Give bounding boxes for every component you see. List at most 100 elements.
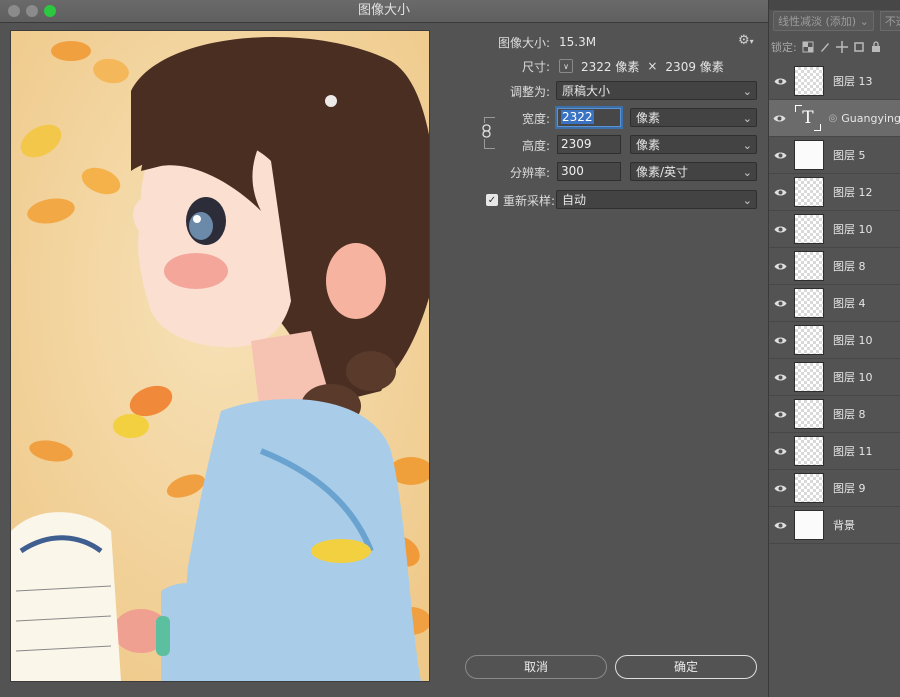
dimensions-unit-chevron-icon[interactable]: ∨: [559, 59, 573, 73]
width-unit-select[interactable]: 像素 ⌄: [630, 108, 757, 127]
resample-checkbox[interactable]: ✓: [486, 194, 498, 206]
move-icon[interactable]: [835, 41, 848, 53]
layer-name: 背景: [833, 519, 855, 532]
image-preview[interactable]: [10, 30, 430, 682]
blend-mode-select[interactable]: 线性减淡 (添加) ⌄: [773, 11, 874, 31]
layers-panel: 线性减淡 (添加) ⌄ 不透明 锁定: 图层 13 T ◎Guangying 图层 5…: [768, 0, 900, 697]
artboard-lock-icon[interactable]: [853, 41, 865, 53]
image-size-value: 15.3M: [559, 35, 597, 49]
height-input[interactable]: 2309: [557, 135, 621, 154]
width-input[interactable]: 2322: [557, 108, 621, 127]
width-value: 2322: [561, 110, 594, 124]
fit-to-select[interactable]: 原稿大小 ⌄: [556, 81, 757, 100]
layer-thumbnail: [794, 436, 824, 466]
zoom-window-button[interactable]: [44, 5, 56, 17]
lock-bar: 锁定:: [769, 36, 900, 58]
layer-list: 图层 13 T ◎ Guangying 图层 5 图层 12 图层 10 图层 8 图层 4 图层…: [769, 63, 900, 544]
layer-name: 图层 10: [833, 223, 873, 236]
fit-to-value: 原稿大小: [562, 84, 611, 98]
layer-row[interactable]: 图层 11: [769, 433, 900, 470]
height-unit-value: 像素: [636, 138, 661, 152]
layer-thumbnail: [794, 214, 824, 244]
dialog-title: 图像大小: [357, 3, 410, 18]
minimize-window-button[interactable]: [26, 5, 38, 17]
layer-name: 图层 10: [833, 334, 873, 347]
eye-icon[interactable]: [769, 77, 791, 86]
layer-row[interactable]: 图层 4: [769, 285, 900, 322]
eye-icon[interactable]: [769, 299, 791, 308]
eye-icon[interactable]: [769, 188, 791, 197]
eye-icon[interactable]: [769, 336, 791, 345]
layer-name: 图层 13: [833, 75, 873, 88]
chevron-down-icon: ⌄: [742, 112, 752, 125]
layer-thumbnail: [794, 66, 824, 96]
height-unit-select[interactable]: 像素 ⌄: [630, 135, 757, 154]
layer-name: 图层 10: [833, 371, 873, 384]
layer-thumbnail: [794, 288, 824, 318]
eye-icon[interactable]: [769, 447, 791, 456]
dimensions-times: ×: [647, 59, 658, 73]
layer-thumbnail: [794, 177, 824, 207]
resample-label: 重新采样:: [503, 193, 556, 208]
layer-thumbnail: [794, 362, 824, 392]
width-label: 宽度:: [521, 111, 550, 126]
eye-icon[interactable]: [769, 151, 791, 160]
image-size-row: 图像大小: 15.3M ⚙▾: [440, 32, 760, 52]
resample-select[interactable]: 自动 ⌄: [556, 190, 757, 209]
image-size-label: 图像大小:: [497, 35, 550, 50]
resolution-unit-value: 像素/英寸: [636, 165, 689, 179]
layer-name: 图层 11: [833, 445, 873, 458]
layer-thumbnail: [794, 473, 824, 503]
eye-icon[interactable]: [769, 114, 790, 123]
resolution-value: 300: [561, 164, 584, 178]
layer-name: 图层 9: [833, 482, 866, 495]
cancel-button[interactable]: 取消: [465, 655, 607, 679]
layer-row[interactable]: 图层 10: [769, 211, 900, 248]
eye-icon[interactable]: [769, 225, 791, 234]
image-size-dialog: 图像大小 图像大小: 15.3M ⚙▾ 尺寸: ∨ 2322 像素 × 2309…: [0, 0, 769, 697]
eye-icon[interactable]: [769, 410, 791, 419]
layer-row[interactable]: 图层 12: [769, 174, 900, 211]
chevron-down-icon: ⌄: [742, 166, 752, 179]
opacity-label[interactable]: 不透明: [879, 11, 900, 31]
preview-illustration: [11, 31, 429, 681]
layer-name: Guangying: [841, 111, 900, 125]
layer-row[interactable]: 图层 9: [769, 470, 900, 507]
chevron-down-icon: ⌄: [742, 194, 752, 207]
eye-icon[interactable]: [769, 373, 791, 382]
layer-name: 图层 5: [833, 149, 866, 162]
resolution-input[interactable]: 300: [557, 162, 621, 181]
eye-icon[interactable]: [769, 262, 791, 271]
eye-icon[interactable]: [769, 521, 791, 530]
ok-button[interactable]: 确定: [615, 655, 757, 679]
layer-thumbnail: [794, 140, 824, 170]
blend-mode-bar: 线性减淡 (添加) ⌄ 不透明: [773, 11, 900, 31]
dialog-titlebar: 图像大小: [0, 0, 768, 23]
resolution-unit-select[interactable]: 像素/英寸 ⌄: [630, 162, 757, 181]
layer-row[interactable]: 图层 8: [769, 248, 900, 285]
layer-row[interactable]: 图层 5: [769, 137, 900, 174]
height-label: 高度:: [521, 138, 550, 153]
close-window-button[interactable]: [8, 5, 20, 17]
brush-icon[interactable]: [819, 41, 831, 53]
lock-transparent-icon[interactable]: [802, 41, 814, 53]
layer-row[interactable]: 背景: [769, 507, 900, 544]
layer-row[interactable]: T ◎ Guangying: [769, 100, 900, 137]
layer-thumbnail: [794, 251, 824, 281]
layer-row[interactable]: 图层 13: [769, 63, 900, 100]
gear-icon[interactable]: ⚙▾: [738, 33, 754, 48]
layer-thumbnail: [794, 399, 824, 429]
eye-icon[interactable]: [769, 484, 791, 493]
layer-name: 图层 8: [833, 408, 866, 421]
layer-row[interactable]: 图层 10: [769, 359, 900, 396]
layer-row[interactable]: 图层 8: [769, 396, 900, 433]
layer-name: 图层 12: [833, 186, 873, 199]
lock-icon[interactable]: [870, 41, 882, 53]
layer-row[interactable]: 图层 10: [769, 322, 900, 359]
dimensions-width: 2322 像素: [581, 59, 640, 74]
lock-label: 锁定:: [771, 41, 797, 54]
layer-name: 图层 8: [833, 260, 866, 273]
dimensions-row: 尺寸: ∨ 2322 像素 × 2309 像素: [440, 56, 760, 76]
dimensions-label: 尺寸:: [521, 59, 550, 74]
layer-name: 图层 4: [833, 297, 866, 310]
